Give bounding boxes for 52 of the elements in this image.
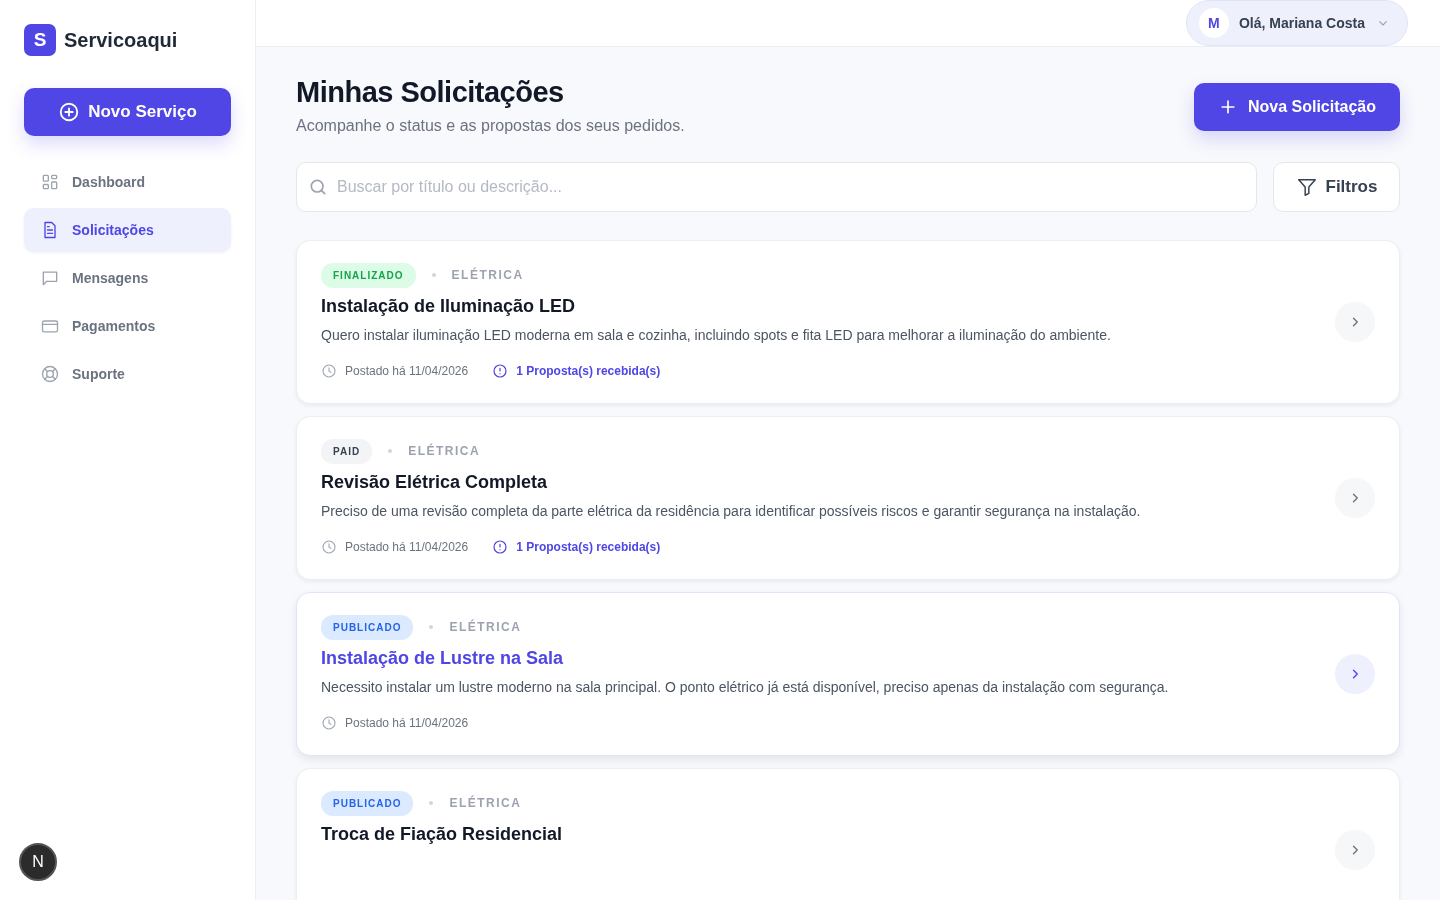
clock-icon (321, 363, 337, 380)
logo-badge: S (24, 24, 56, 56)
page-subtitle: Acompanhe o status e as propostas dos seus pedidos. (296, 115, 685, 136)
sidebar-item[interactable]: Dashboard (24, 160, 231, 204)
status-badge: PUBLICADO (321, 790, 414, 816)
status-badge: PUBLICADO (321, 614, 414, 640)
filters-button[interactable]: Filtros (1273, 161, 1400, 212)
category-label: ELÉTRICA (449, 794, 522, 813)
request-description: Preciso de uma revisão completa da parte elétrica da residência para identificar possíveis riscos e garantir segurança na instalação. (321, 502, 1142, 522)
proposals-count: 1 Proposta(s) recebida(s) (516, 539, 661, 557)
request-title: Revisão Elétrica Completa (321, 471, 549, 494)
clock-icon (321, 715, 337, 732)
request-description: Necessito instalar um lustre moderno na sala principal. O ponto elétrico já está disponível, preciso apenas da instalação com segurança. (321, 678, 1170, 698)
search-field[interactable]: Buscar por título ou descrição... (296, 161, 1257, 212)
request-title: Troca de Fiação Residencial (321, 823, 564, 846)
request-card[interactable] (296, 239, 1400, 404)
open-button[interactable] (1335, 477, 1375, 518)
request-title: Instalação de Lustre na Sala (321, 647, 565, 670)
open-button[interactable] (1335, 829, 1375, 870)
request-card[interactable] (296, 591, 1400, 756)
lifebuoy-icon (40, 364, 60, 384)
alert-circle-icon (492, 363, 509, 380)
request-card[interactable]: PUBLICADO ELÉTRICA Troca de Fiação Residencial (296, 767, 1400, 900)
sidebar-item[interactable]: Pagamentos (24, 304, 231, 348)
sidebar-item[interactable]: Mensagens (24, 256, 231, 300)
sidebar-item[interactable]: Suporte (24, 352, 231, 396)
category-label: ELÉTRICA (408, 442, 481, 461)
category-label: ELÉTRICA (451, 266, 524, 285)
plus-circle-icon (58, 101, 81, 123)
category-label: ELÉTRICA (449, 618, 522, 637)
request-card[interactable] (296, 415, 1400, 580)
open-button[interactable] (1335, 301, 1375, 342)
status-badge: FINALIZADO (321, 262, 416, 288)
new-service-button[interactable]: Novo Serviço (24, 88, 231, 136)
grid-icon (40, 172, 60, 192)
proposals-count: 1 Proposta(s) recebida(s) (516, 363, 661, 381)
page-title: Minhas Solicitações (296, 75, 565, 110)
posted-date: Postado há 11/04/2026 (345, 715, 469, 733)
brand-name: Servicoaqui (64, 28, 178, 53)
user-menu[interactable]: M Olá, Mariana Costa (1185, 0, 1408, 46)
posted-date: Postado há 11/04/2026 (345, 363, 469, 381)
sidebar-item[interactable]: Solicitações (24, 208, 231, 252)
avatar: M (1198, 8, 1229, 38)
open-button[interactable] (1335, 653, 1375, 694)
posted-date: Postado há 11/04/2026 (345, 539, 469, 557)
clock-icon (321, 539, 337, 556)
dev-tools-button[interactable]: N (19, 843, 57, 881)
status-badge: PAID (321, 438, 373, 464)
alert-circle-icon (492, 539, 509, 556)
request-description: Quero instalar iluminação LED moderna em sala e cozinha, incluindo spots e fita LED para melhorar a iluminação do ambiente. (321, 326, 1112, 346)
new-request-button[interactable]: Nova Solicitação (1193, 83, 1400, 131)
request-title: Instalação de Iluminação LED (321, 295, 577, 318)
